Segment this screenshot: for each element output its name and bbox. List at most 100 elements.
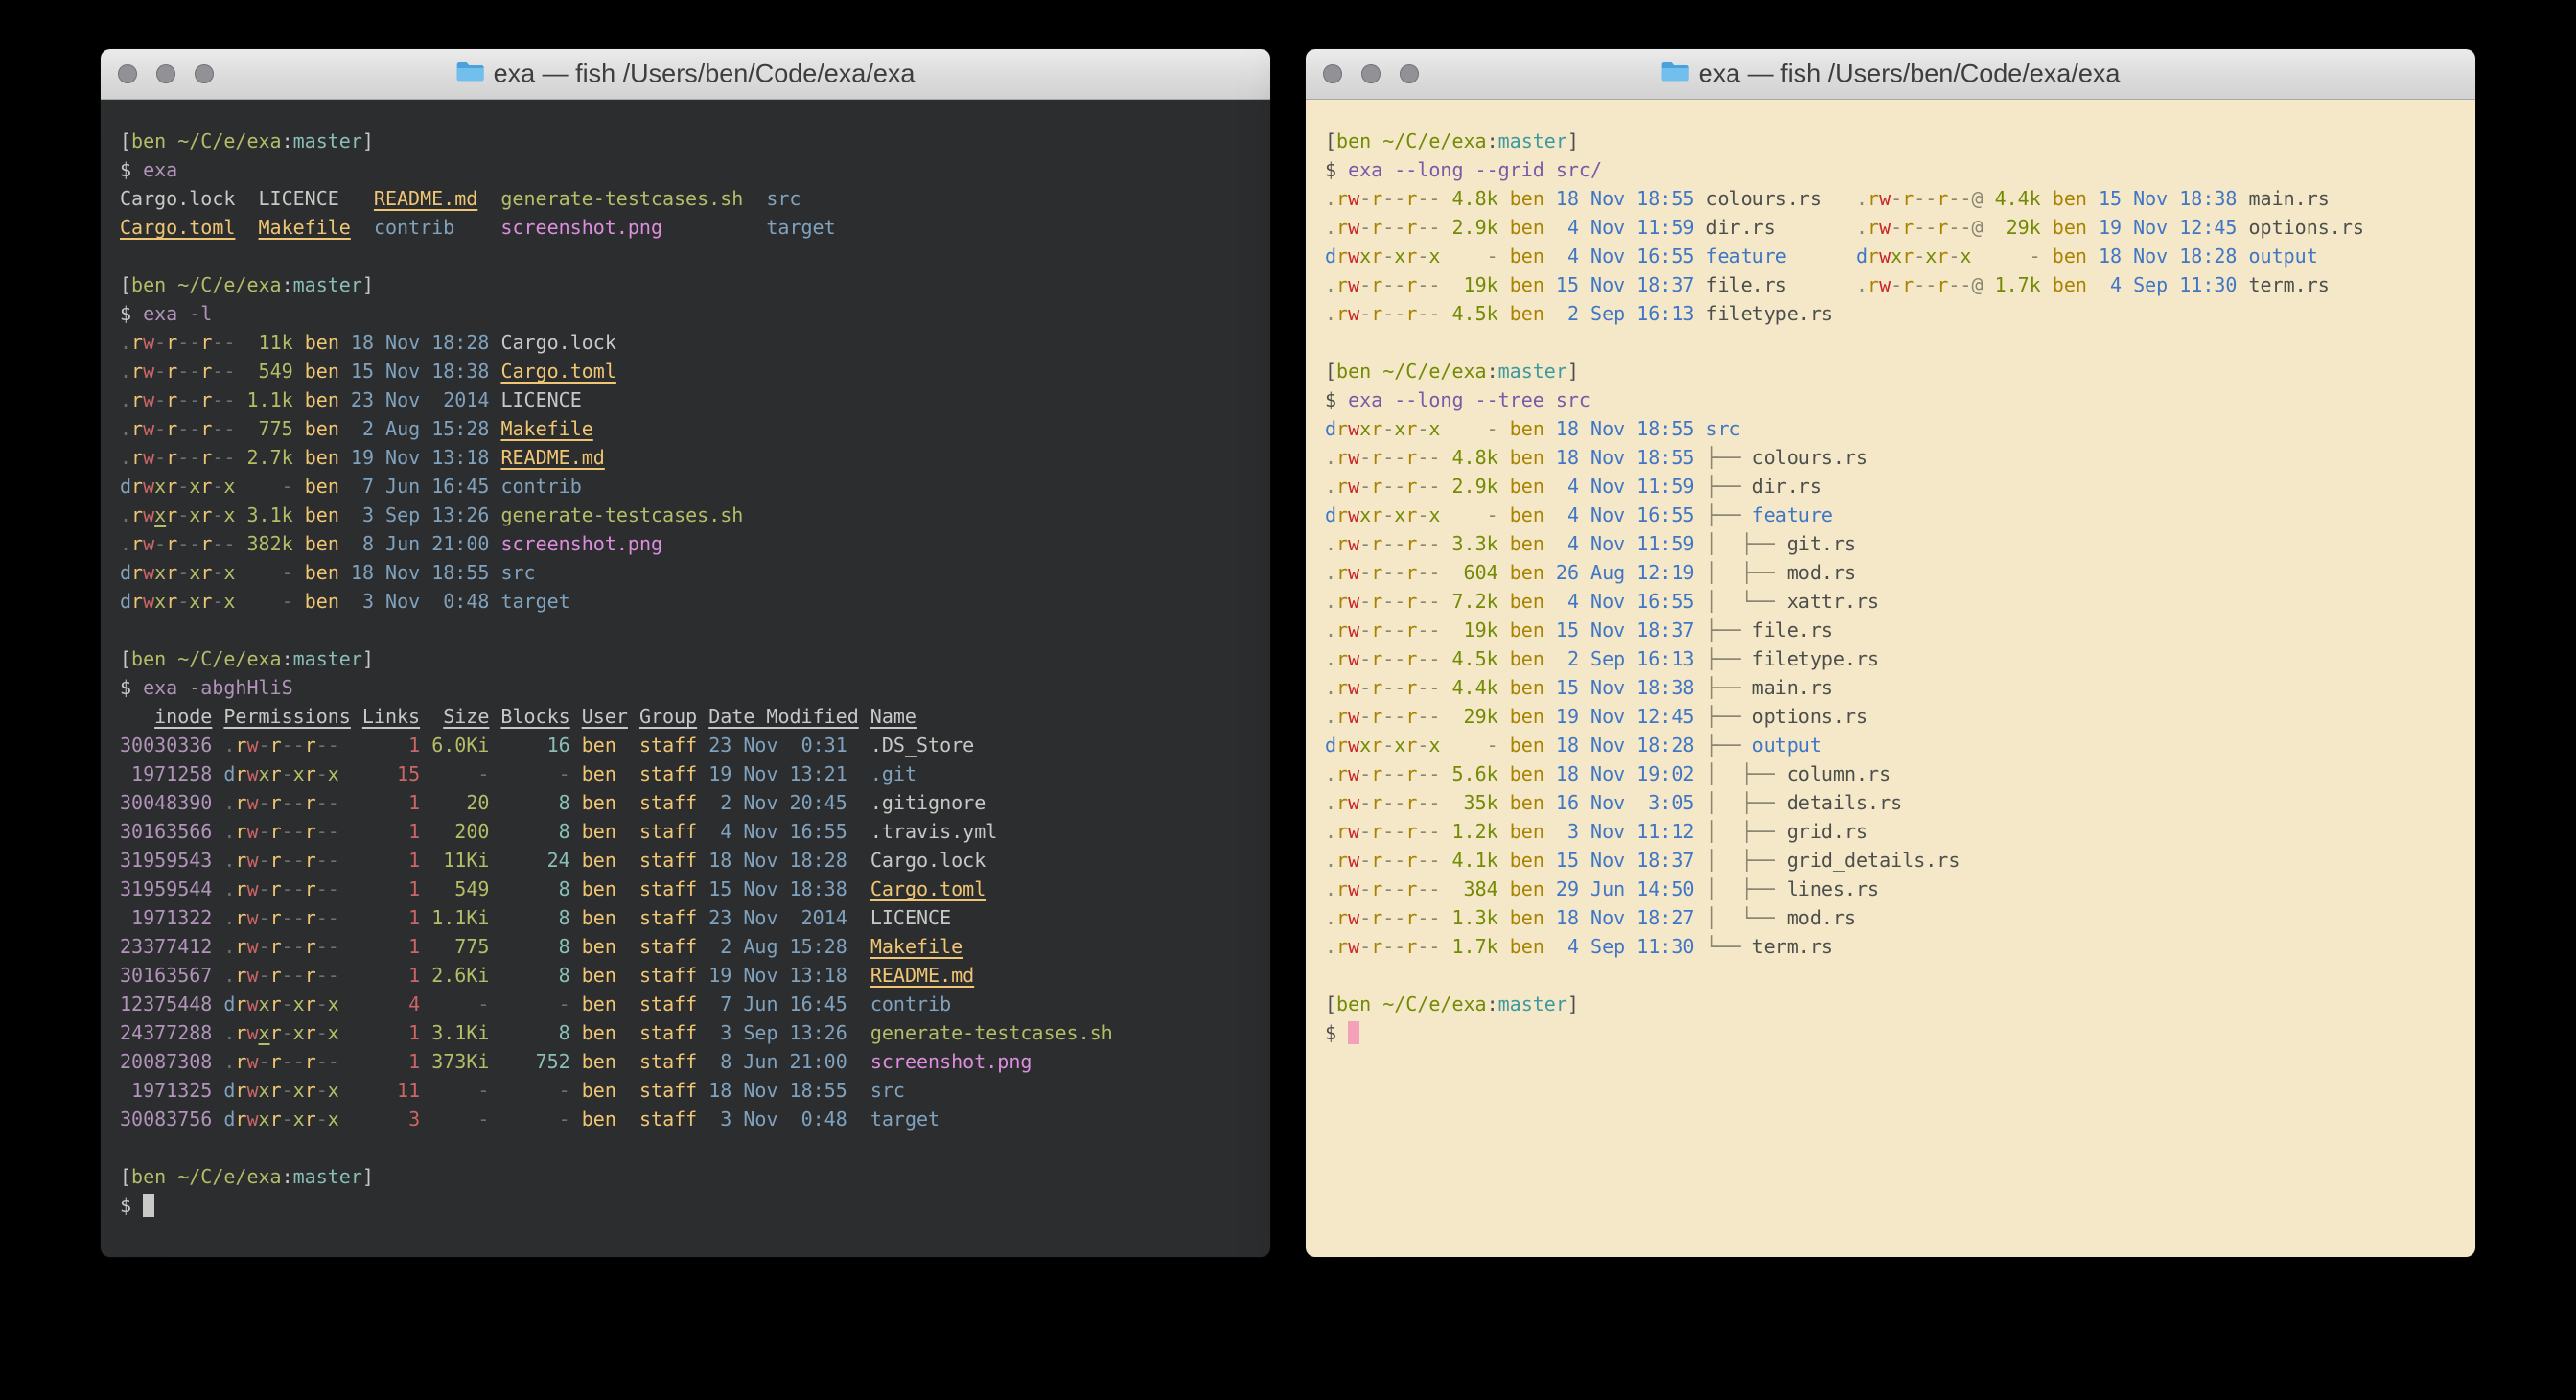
text-segment [489, 590, 500, 613]
text-segment: 3.3k [1452, 532, 1498, 555]
perm-char: - [328, 791, 339, 814]
text-segment: 775 [247, 417, 293, 440]
terminal-line: [ben ~/C/e/exa:master] [1325, 127, 2456, 155]
perm-char: - [177, 532, 189, 555]
perm-char: r [166, 360, 177, 383]
close-button[interactable] [1323, 64, 1342, 83]
perm-char: - [259, 877, 270, 900]
text-segment: 20087308 [120, 1050, 212, 1073]
perm-char: - [1382, 503, 1394, 526]
text-segment: 373Ki [431, 1050, 489, 1073]
perm-char: r [1371, 618, 1382, 642]
zoom-button[interactable] [1400, 64, 1419, 83]
perm-char: - [1394, 791, 1405, 814]
text-segment: contrib [870, 992, 951, 1015]
text-segment [212, 1108, 223, 1131]
text-segment [1498, 705, 1510, 728]
perm-char: r [305, 1108, 316, 1131]
terminal-body-light[interactable]: [ben ~/C/e/exa:master]$ exa --long --gri… [1306, 100, 2475, 1257]
terminal-line: .rwxr-xr-x 3.1k ben 3 Sep 13:26 generate… [120, 501, 1251, 529]
text-segment [616, 935, 639, 958]
perm-char: - [1417, 762, 1428, 785]
terminal-body-dark[interactable]: [ben ~/C/e/exa:master]$ exaCargo.lock LI… [101, 100, 1270, 1257]
text-segment: [ [120, 647, 131, 670]
perm-char: x [1428, 417, 1440, 440]
text-segment [1498, 877, 1510, 900]
terminal-line [1325, 961, 2456, 990]
titlebar[interactable]: exa — fish /Users/ben/Code/exa/exa [101, 49, 1270, 100]
perm-char: . [1325, 187, 1336, 210]
zoom-button[interactable] [195, 64, 214, 83]
text-segment [489, 475, 500, 498]
perm-char: x [328, 992, 339, 1015]
text-segment: - [500, 1108, 569, 1131]
text-segment [616, 791, 639, 814]
text-segment: Links [362, 705, 420, 728]
terminal-line: [ben ~/C/e/exa:master] [1325, 990, 2456, 1018]
terminal-line: $ [1325, 1018, 2456, 1047]
close-button[interactable] [118, 64, 137, 83]
perm-char: . [223, 791, 235, 814]
text-segment: 19k [1452, 618, 1498, 642]
text-segment: 20 [431, 791, 489, 814]
text-segment [1371, 992, 1382, 1015]
minimize-button[interactable] [1361, 64, 1381, 83]
text-segment [859, 705, 870, 728]
perm-char: - [1428, 820, 1440, 843]
text-segment: 4 Nov 16:55 [1556, 245, 1695, 268]
text-segment: 1 [362, 734, 420, 757]
perm-char: - [328, 964, 339, 987]
perm-char: r [1405, 647, 1417, 670]
text-segment [420, 762, 431, 785]
text-segment [339, 532, 351, 555]
text-segment: ~/C/e/exa [1382, 129, 1486, 152]
text-segment [1694, 676, 1706, 699]
perm-char: w [246, 849, 258, 872]
perm-char: . [1325, 532, 1336, 555]
text-segment: master [1498, 360, 1567, 383]
terminal-line [120, 616, 1251, 644]
text-segment: grid_details.rs [1787, 849, 1961, 872]
text-segment [1694, 935, 1706, 958]
text-segment: target [766, 216, 835, 239]
perm-char: r [131, 388, 143, 411]
perm-char: - [223, 388, 235, 411]
text-segment: ├── [1706, 647, 1752, 670]
text-segment: 19k [1452, 273, 1498, 296]
terminal-line: drwxr-xr-x - ben 18 Nov 18:55 src [120, 558, 1251, 587]
perm-char: x [328, 1108, 339, 1131]
text-segment [1694, 475, 1706, 498]
text-segment: ben [1510, 216, 1544, 239]
perm-char: x [1394, 734, 1405, 757]
perm-char: . [1325, 446, 1336, 469]
text-segment: master [293, 129, 362, 152]
perm-char: - [1428, 273, 1440, 296]
perm-char: r [270, 935, 282, 958]
perm-char: r [1336, 245, 1348, 268]
perm-char: - [1428, 906, 1440, 929]
perm-char: . [1325, 561, 1336, 584]
perm-char: w [143, 417, 154, 440]
text-segment [1544, 417, 1556, 440]
text-segment: [ [1325, 360, 1336, 383]
text-segment: Size [443, 705, 489, 728]
text-segment: 31959543 [120, 849, 212, 872]
text-segment: 18 Nov 19:02 [1556, 762, 1695, 785]
text-segment [616, 849, 639, 872]
text-segment: LICENCE [500, 388, 581, 411]
perm-char: - [1417, 676, 1428, 699]
perm-char: x [1394, 503, 1405, 526]
text-segment: ben [1510, 503, 1544, 526]
minimize-button[interactable] [156, 64, 175, 83]
titlebar[interactable]: exa — fish /Users/ben/Code/exa/exa [1306, 49, 2475, 100]
text-segment: staff [639, 820, 697, 843]
perm-char: r [1405, 762, 1417, 785]
perm-char: w [1348, 503, 1359, 526]
perm-char: r [200, 360, 212, 383]
perm-char: - [328, 1050, 339, 1073]
perm-char: r [1336, 647, 1348, 670]
text-segment [235, 360, 246, 383]
text-segment [1544, 532, 1556, 555]
perm-char: w [143, 475, 154, 498]
text-segment [1440, 417, 1451, 440]
